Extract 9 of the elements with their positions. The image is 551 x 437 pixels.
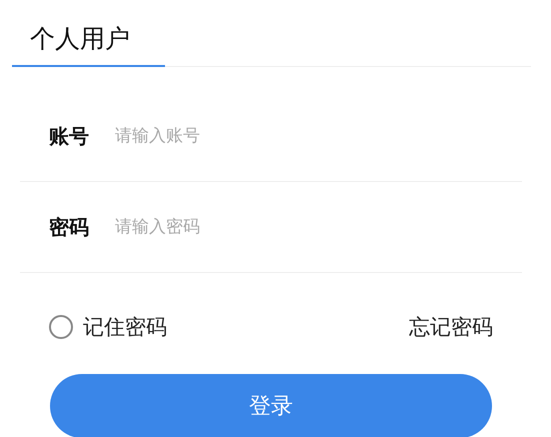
input-field[interactable]: 请输入密码 — [113, 216, 522, 238]
forgot-password-link[interactable]: 忘记密码 — [409, 313, 493, 341]
radio-button[interactable] — [49, 315, 73, 339]
login-button[interactable]: 登录 — [50, 374, 492, 437]
input-field[interactable]: 请输入账号 — [113, 125, 522, 147]
tab[interactable]: 个人用户 — [12, 22, 165, 67]
field-label: 账号 — [49, 122, 90, 150]
field-label: 密码 — [49, 214, 90, 240]
remember-label: 记住密码 — [83, 314, 167, 341]
